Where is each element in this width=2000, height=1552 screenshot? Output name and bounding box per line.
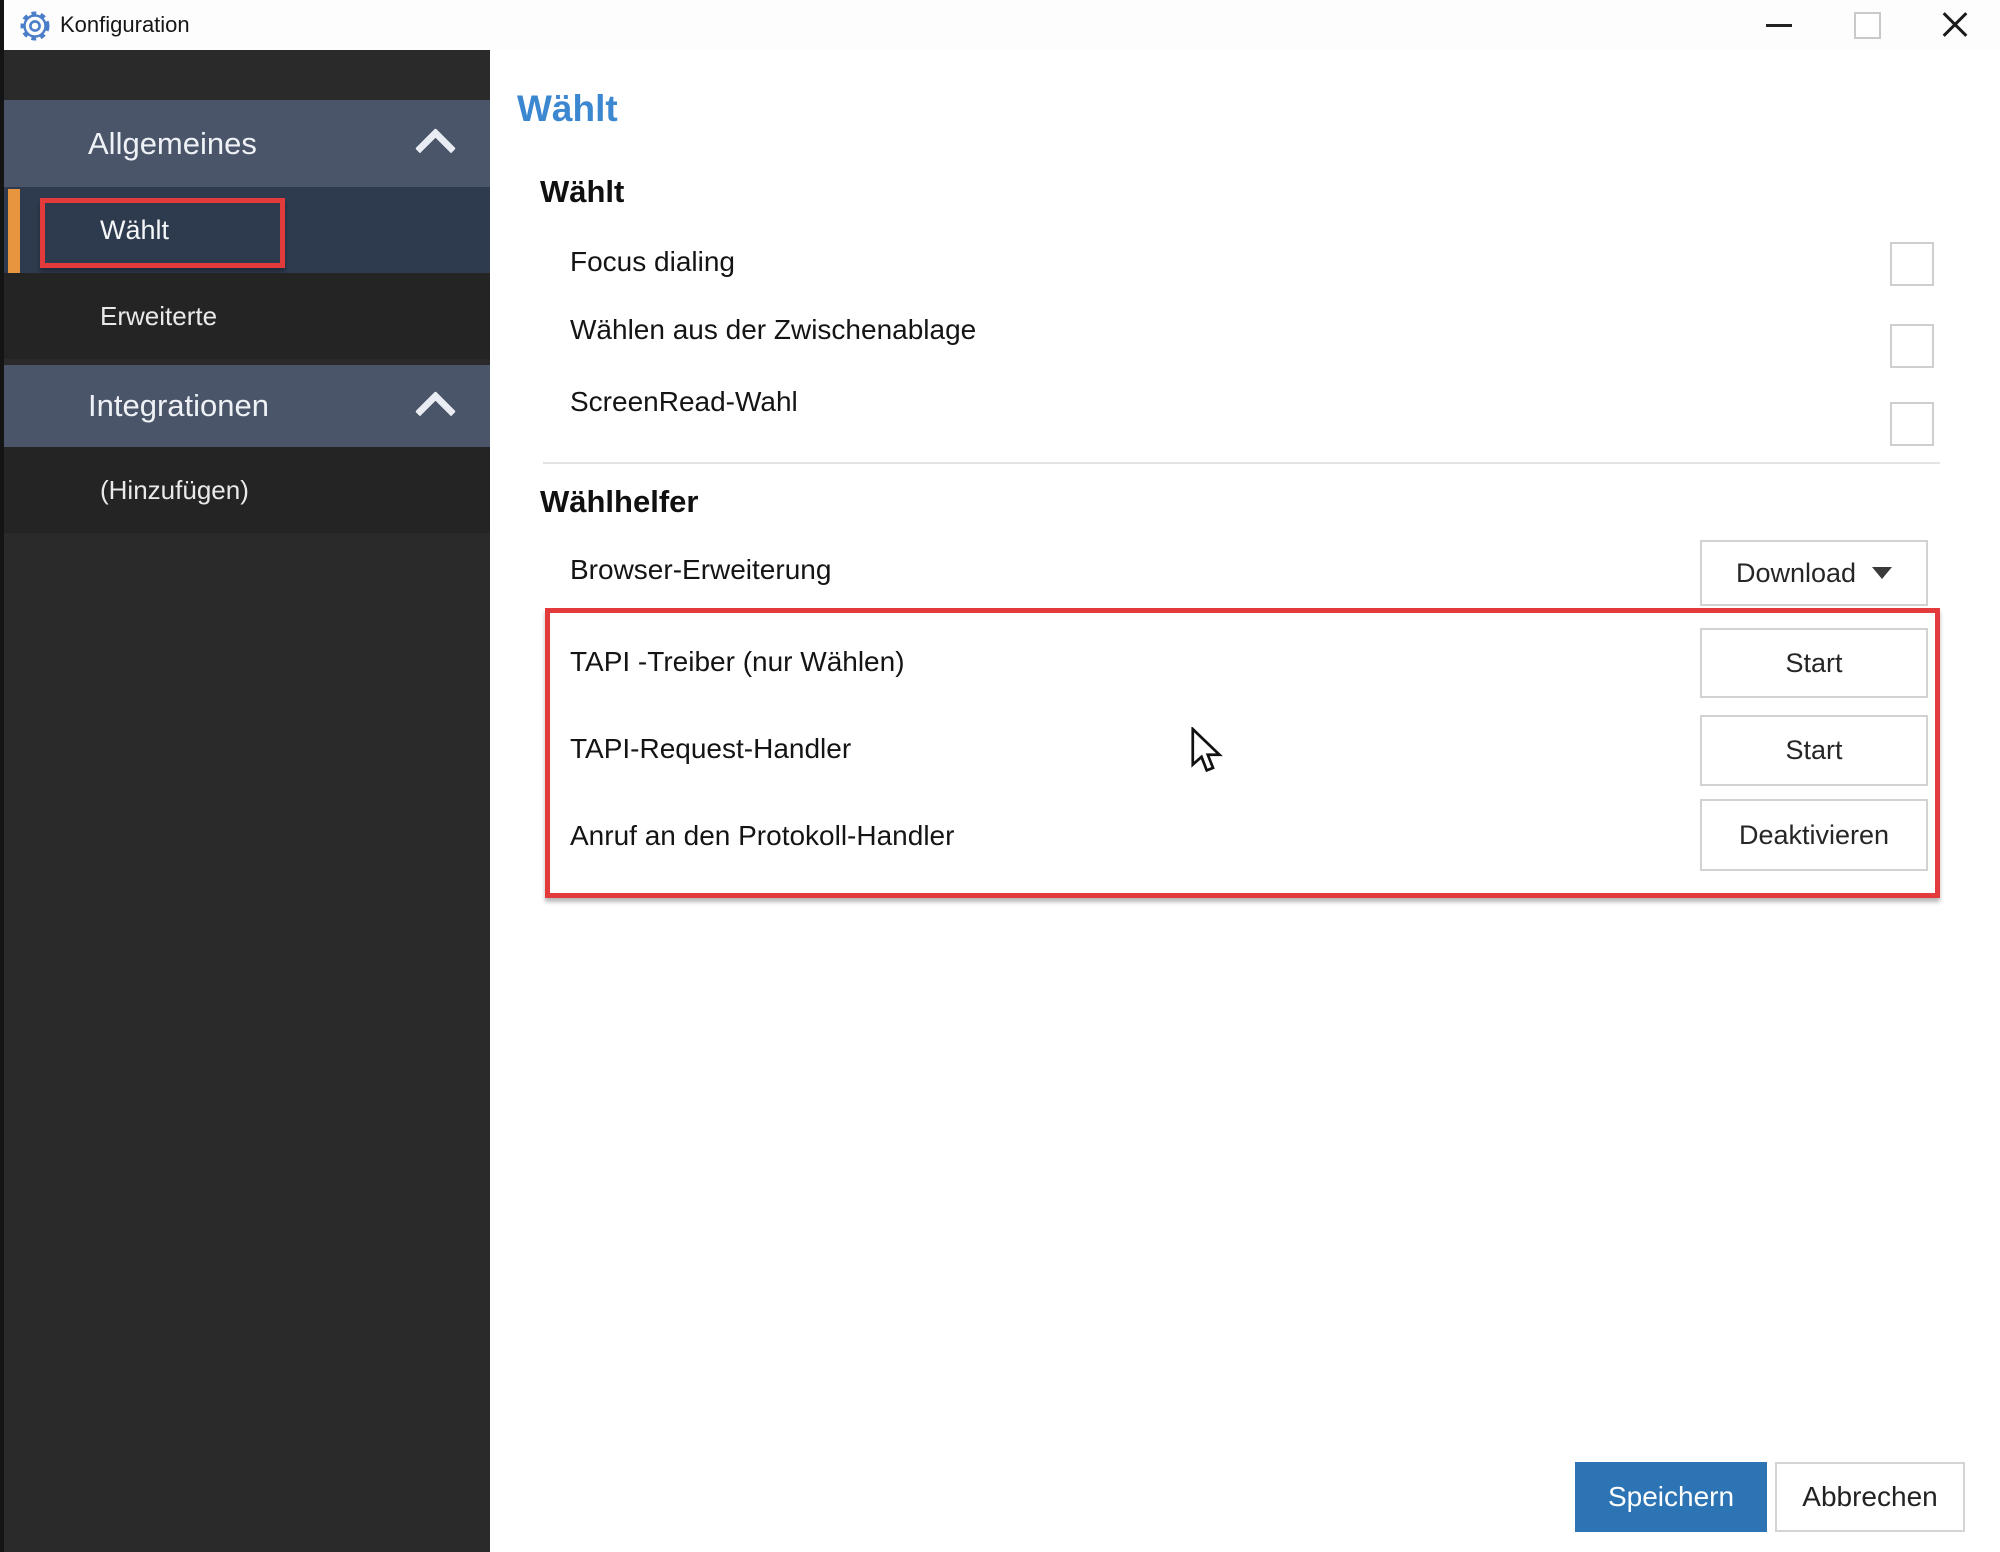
- dropdown-arrow-icon: [1872, 567, 1892, 579]
- sidebar-item-label: (Hinzufügen): [0, 475, 249, 506]
- sidebar-section-integrationen[interactable]: Integrationen: [0, 365, 490, 447]
- minimize-icon: [1766, 24, 1792, 27]
- row-label-anruf-protokoll-handler: Anruf an den Protokoll-Handler: [570, 820, 954, 852]
- save-button[interactable]: Speichern: [1575, 1462, 1767, 1532]
- close-button[interactable]: [1920, 0, 1990, 50]
- minimize-button[interactable]: [1744, 0, 1814, 50]
- window-left-border: [0, 0, 4, 1552]
- option-label-focus-dialing: Focus dialing: [570, 246, 735, 278]
- selected-item-accent-bar: [8, 189, 20, 273]
- chevron-up-icon: [415, 390, 456, 431]
- sidebar: Allgemeines Wählt Erweiterte Integration…: [0, 50, 490, 1552]
- start-button-label: Start: [1785, 648, 1842, 679]
- start-button-label: Start: [1785, 735, 1842, 766]
- option-label-screenread: ScreenRead-Wahl: [570, 386, 798, 418]
- annotation-box-nav: [40, 198, 285, 268]
- row-label-tapi-request-handler: TAPI-Request-Handler: [570, 733, 851, 765]
- sidebar-item-label: Erweiterte: [0, 301, 217, 332]
- deaktivieren-button-label: Deaktivieren: [1739, 820, 1889, 851]
- gear-icon: [18, 9, 52, 43]
- row-label-browser-erweiterung: Browser-Erweiterung: [570, 554, 831, 586]
- row-label-tapi-treiber: TAPI -Treiber (nur Wählen): [570, 646, 905, 678]
- deaktivieren-button[interactable]: Deaktivieren: [1700, 799, 1928, 871]
- start-button-tapi-request-handler[interactable]: Start: [1700, 715, 1928, 786]
- download-button-label: Download: [1736, 558, 1856, 589]
- checkbox-screenread[interactable]: [1890, 402, 1934, 446]
- section-title-waehlhelfer: Wählhelfer: [540, 484, 698, 520]
- start-button-tapi-treiber[interactable]: Start: [1700, 628, 1928, 698]
- sidebar-item-hinzufuegen[interactable]: (Hinzufügen): [0, 447, 490, 533]
- window-title: Konfiguration: [60, 0, 190, 50]
- title-bar: Konfiguration: [0, 0, 2000, 50]
- sidebar-section-label: Allgemeines: [0, 126, 421, 162]
- section-title-waehlt: Wählt: [540, 174, 624, 210]
- maximize-icon: [1854, 12, 1881, 39]
- close-icon: [1940, 10, 1970, 40]
- option-label-zwischenablage: Wählen aus der Zwischenablage: [570, 314, 976, 346]
- section-divider: [543, 462, 1940, 464]
- cancel-button[interactable]: Abbrechen: [1775, 1462, 1965, 1532]
- mouse-cursor-icon: [1190, 727, 1226, 780]
- sidebar-section-allgemeines[interactable]: Allgemeines: [0, 100, 490, 187]
- maximize-button[interactable]: [1832, 0, 1902, 50]
- page-title: Wählt: [517, 88, 618, 130]
- chevron-up-icon: [415, 128, 456, 169]
- sidebar-section-label: Integrationen: [0, 388, 421, 424]
- sidebar-item-erweiterte[interactable]: Erweiterte: [0, 273, 490, 359]
- checkbox-zwischenablage[interactable]: [1890, 324, 1934, 368]
- download-button[interactable]: Download: [1700, 540, 1928, 606]
- checkbox-focus-dialing[interactable]: [1890, 242, 1934, 286]
